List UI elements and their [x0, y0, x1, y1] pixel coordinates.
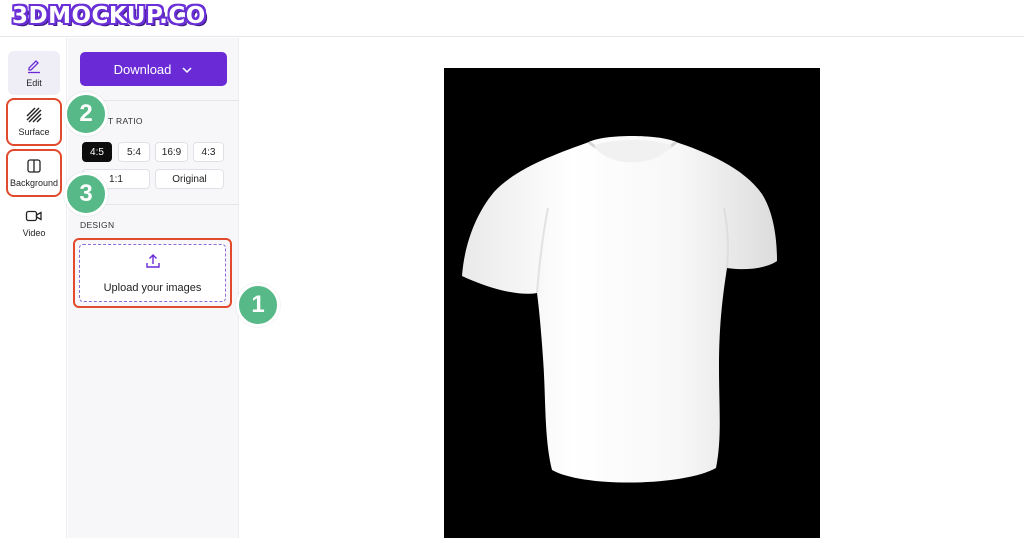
- ratio-option-4-5[interactable]: 4:5: [82, 142, 112, 162]
- upload-label: Upload your images: [103, 281, 202, 294]
- ratio-option-16-9[interactable]: 16:9: [155, 142, 188, 162]
- step-badge-2: 2: [64, 92, 108, 136]
- upload-dropzone[interactable]: Upload your images: [73, 238, 232, 308]
- upload-area[interactable]: Upload your images: [79, 244, 226, 302]
- step-badge-3: 3: [64, 172, 108, 216]
- rail-item-edit[interactable]: Edit: [8, 51, 60, 95]
- video-icon: [25, 208, 43, 224]
- ratio-option-4-3[interactable]: 4:3: [193, 142, 224, 162]
- tshirt-mockup: [462, 136, 777, 483]
- mockup-preview[interactable]: [444, 68, 820, 538]
- tool-rail: Edit Surface Background Video: [0, 38, 67, 538]
- hatch-icon: [25, 107, 43, 123]
- logo[interactable]: 3DMOCKUP.CO: [12, 3, 206, 29]
- aspect-ratio-label: T RATIO: [108, 116, 143, 126]
- step-badge-1: 1: [236, 283, 280, 327]
- download-label: Download: [113, 61, 172, 77]
- download-button[interactable]: Download: [80, 52, 227, 86]
- chevron-down-icon: [181, 62, 193, 77]
- rail-item-label: Background: [9, 178, 59, 188]
- rail-item-label: Video: [22, 228, 46, 238]
- design-label: DESIGN: [80, 220, 115, 230]
- rail-item-label: Edit: [26, 78, 42, 88]
- rail-item-video[interactable]: Video: [8, 201, 60, 245]
- rail-item-surface[interactable]: Surface: [6, 98, 62, 146]
- upload-icon: [145, 253, 161, 274]
- rail-item-label: Surface: [18, 127, 50, 137]
- rail-item-background[interactable]: Background: [6, 149, 62, 197]
- split-rect-icon: [25, 158, 43, 174]
- pen-icon: [25, 58, 43, 74]
- ratio-option-original[interactable]: Original: [155, 169, 224, 189]
- top-bar: 3DMOCKUP.CO: [0, 0, 1024, 37]
- ratio-option-5-4[interactable]: 5:4: [118, 142, 150, 162]
- canvas-area: [240, 38, 1024, 538]
